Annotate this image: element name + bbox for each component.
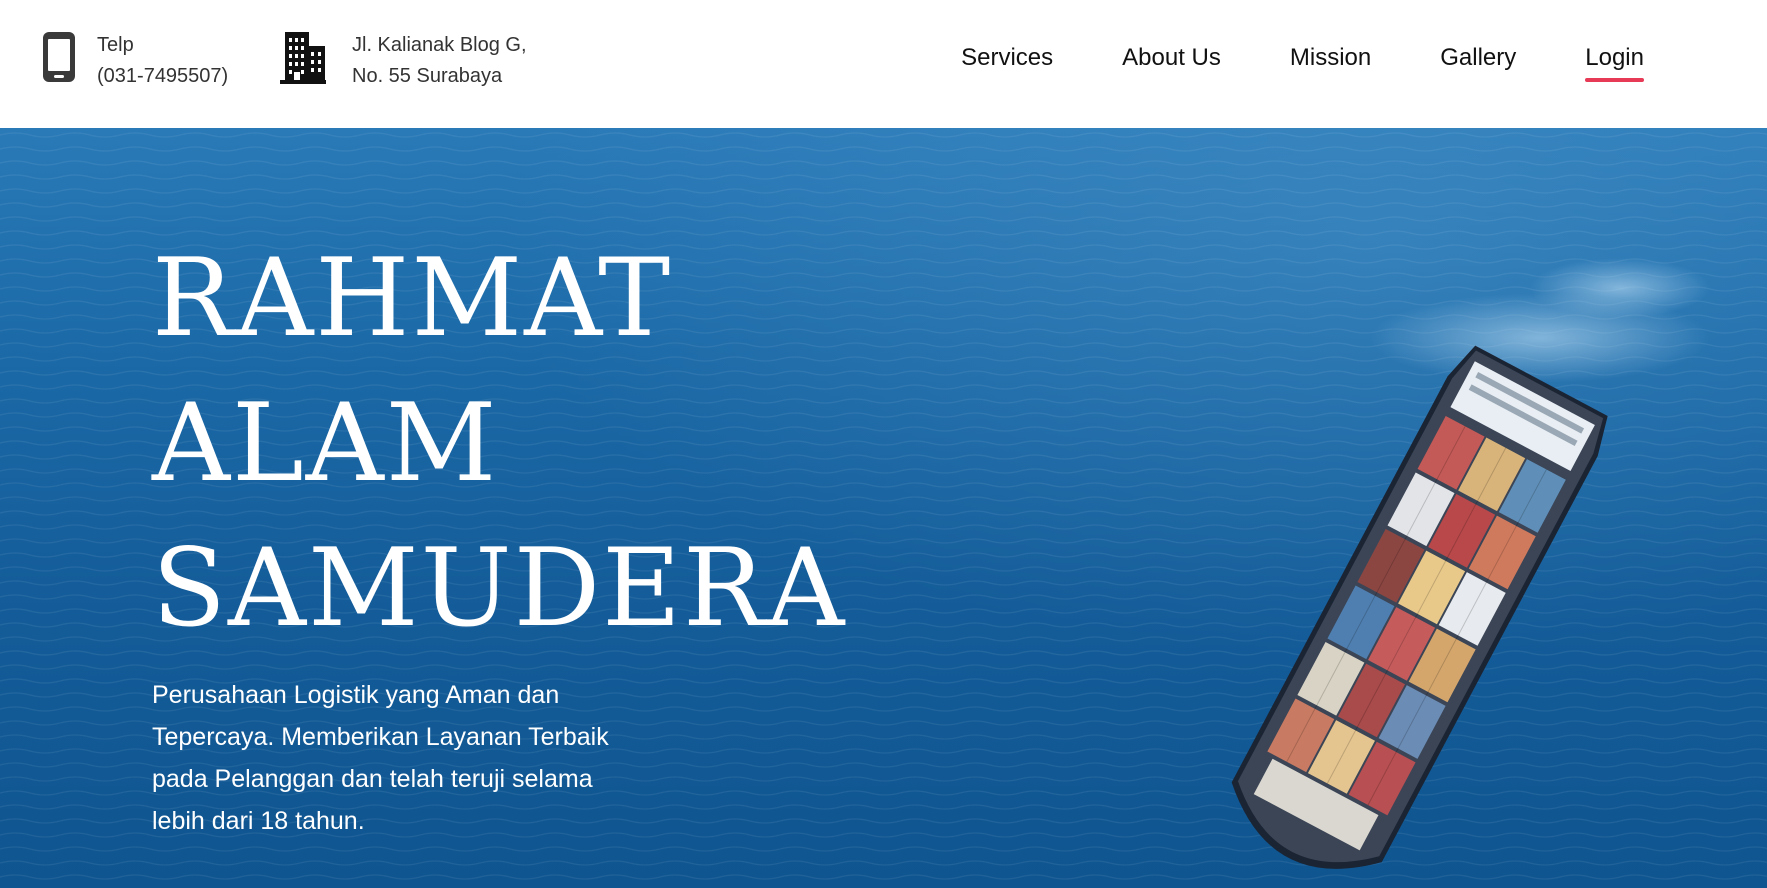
nav-mission[interactable]: Mission [1290,38,1371,78]
nav-gallery[interactable]: Gallery [1440,38,1516,78]
title-line-1: RAHMAT [152,236,673,361]
nav-services[interactable]: Services [961,38,1053,78]
container-ship-image [1231,345,1608,869]
address-contact: Jl. Kalianak Blog G, No. 55 Surabaya [279,30,527,92]
top-header: Telp (031-7495507) Jl. Kalianak Blog G, [0,0,1767,128]
address-text: Jl. Kalianak Blog G, No. 55 Surabaya [352,30,527,92]
phone-contact: Telp (031-7495507) [41,30,228,92]
main-nav: Services About Us Mission Gallery Login [961,38,1644,82]
title-line-3: SAMUDERA [152,526,847,651]
smartphone-icon [43,32,75,82]
nav-about-us[interactable]: About Us [1122,38,1221,78]
building-icon [280,32,326,84]
title-line-2: ALAM [152,381,499,506]
phone-number: (031-7495507) [97,65,229,87]
company-title: RAHMAT ALAM SAMUDERA [152,226,846,661]
phone-label: Telp [97,34,134,56]
company-tagline: Perusahaan Logistik yang Aman dan Teperc… [152,681,609,835]
hero-section: RAHMAT ALAM SAMUDERA Perusahaan Logistik… [0,128,1767,888]
address-line-1: Jl. Kalianak Blog G, [352,34,527,56]
address-line-2: No. 55 Surabaya [352,65,503,87]
nav-login[interactable]: Login [1585,38,1644,82]
phone-text: Telp (031-7495507) [97,30,228,92]
